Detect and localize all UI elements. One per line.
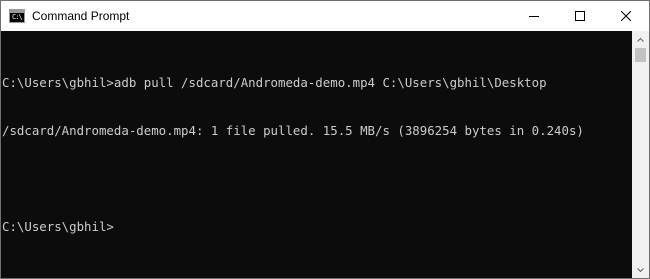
minimize-button[interactable]: [511, 1, 557, 31]
maximize-icon: [575, 11, 585, 21]
console-icon[interactable]: C:\: [9, 9, 25, 23]
title-bar[interactable]: C:\ Command Prompt: [1, 1, 649, 31]
scroll-down-arrow-icon: [637, 267, 644, 272]
console-line: C:\Users\gbhil>adb pull /sdcard/Andromed…: [2, 75, 547, 90]
window-controls: [511, 1, 649, 31]
vertical-scrollbar[interactable]: [632, 31, 649, 278]
scroll-up-arrow-icon: [637, 37, 644, 42]
close-button[interactable]: [603, 1, 649, 31]
console-output[interactable]: C:\Users\gbhil>adb pull /sdcard/Andromed…: [1, 31, 632, 278]
maximize-button[interactable]: [557, 1, 603, 31]
command-prompt-window: C:\ Command Prompt C:\Users\gbhil>adb pu…: [0, 0, 650, 279]
console-prompt-line: C:\Users\gbhil>: [2, 219, 114, 234]
scroll-up-button[interactable]: [632, 31, 649, 48]
scroll-down-button[interactable]: [632, 261, 649, 278]
window-title: Command Prompt: [32, 9, 130, 23]
close-icon: [621, 11, 631, 21]
console-icon-glyph: C:\: [12, 13, 23, 21]
console-line: /sdcard/Andromeda-demo.mp4: 1 file pulle…: [2, 123, 584, 138]
minimize-icon: [529, 16, 539, 17]
scrollbar-thumb[interactable]: [635, 48, 646, 62]
